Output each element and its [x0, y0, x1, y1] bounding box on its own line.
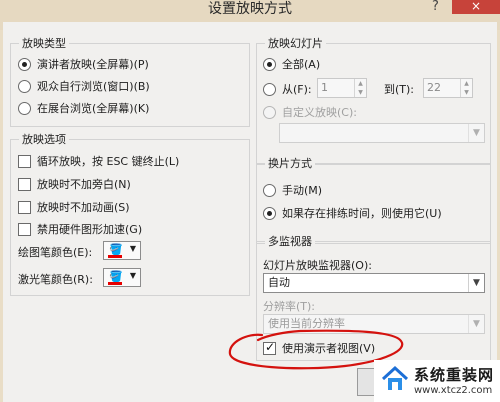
- annotation-ellipse: [228, 329, 404, 370]
- watermark-name: 系统重装网: [414, 366, 495, 384]
- watermark-url: www.xtcz2.com: [414, 385, 493, 396]
- house-logo-icon: [381, 365, 409, 390]
- watermark: 系统重装网 www.xtcz2.com: [374, 360, 500, 402]
